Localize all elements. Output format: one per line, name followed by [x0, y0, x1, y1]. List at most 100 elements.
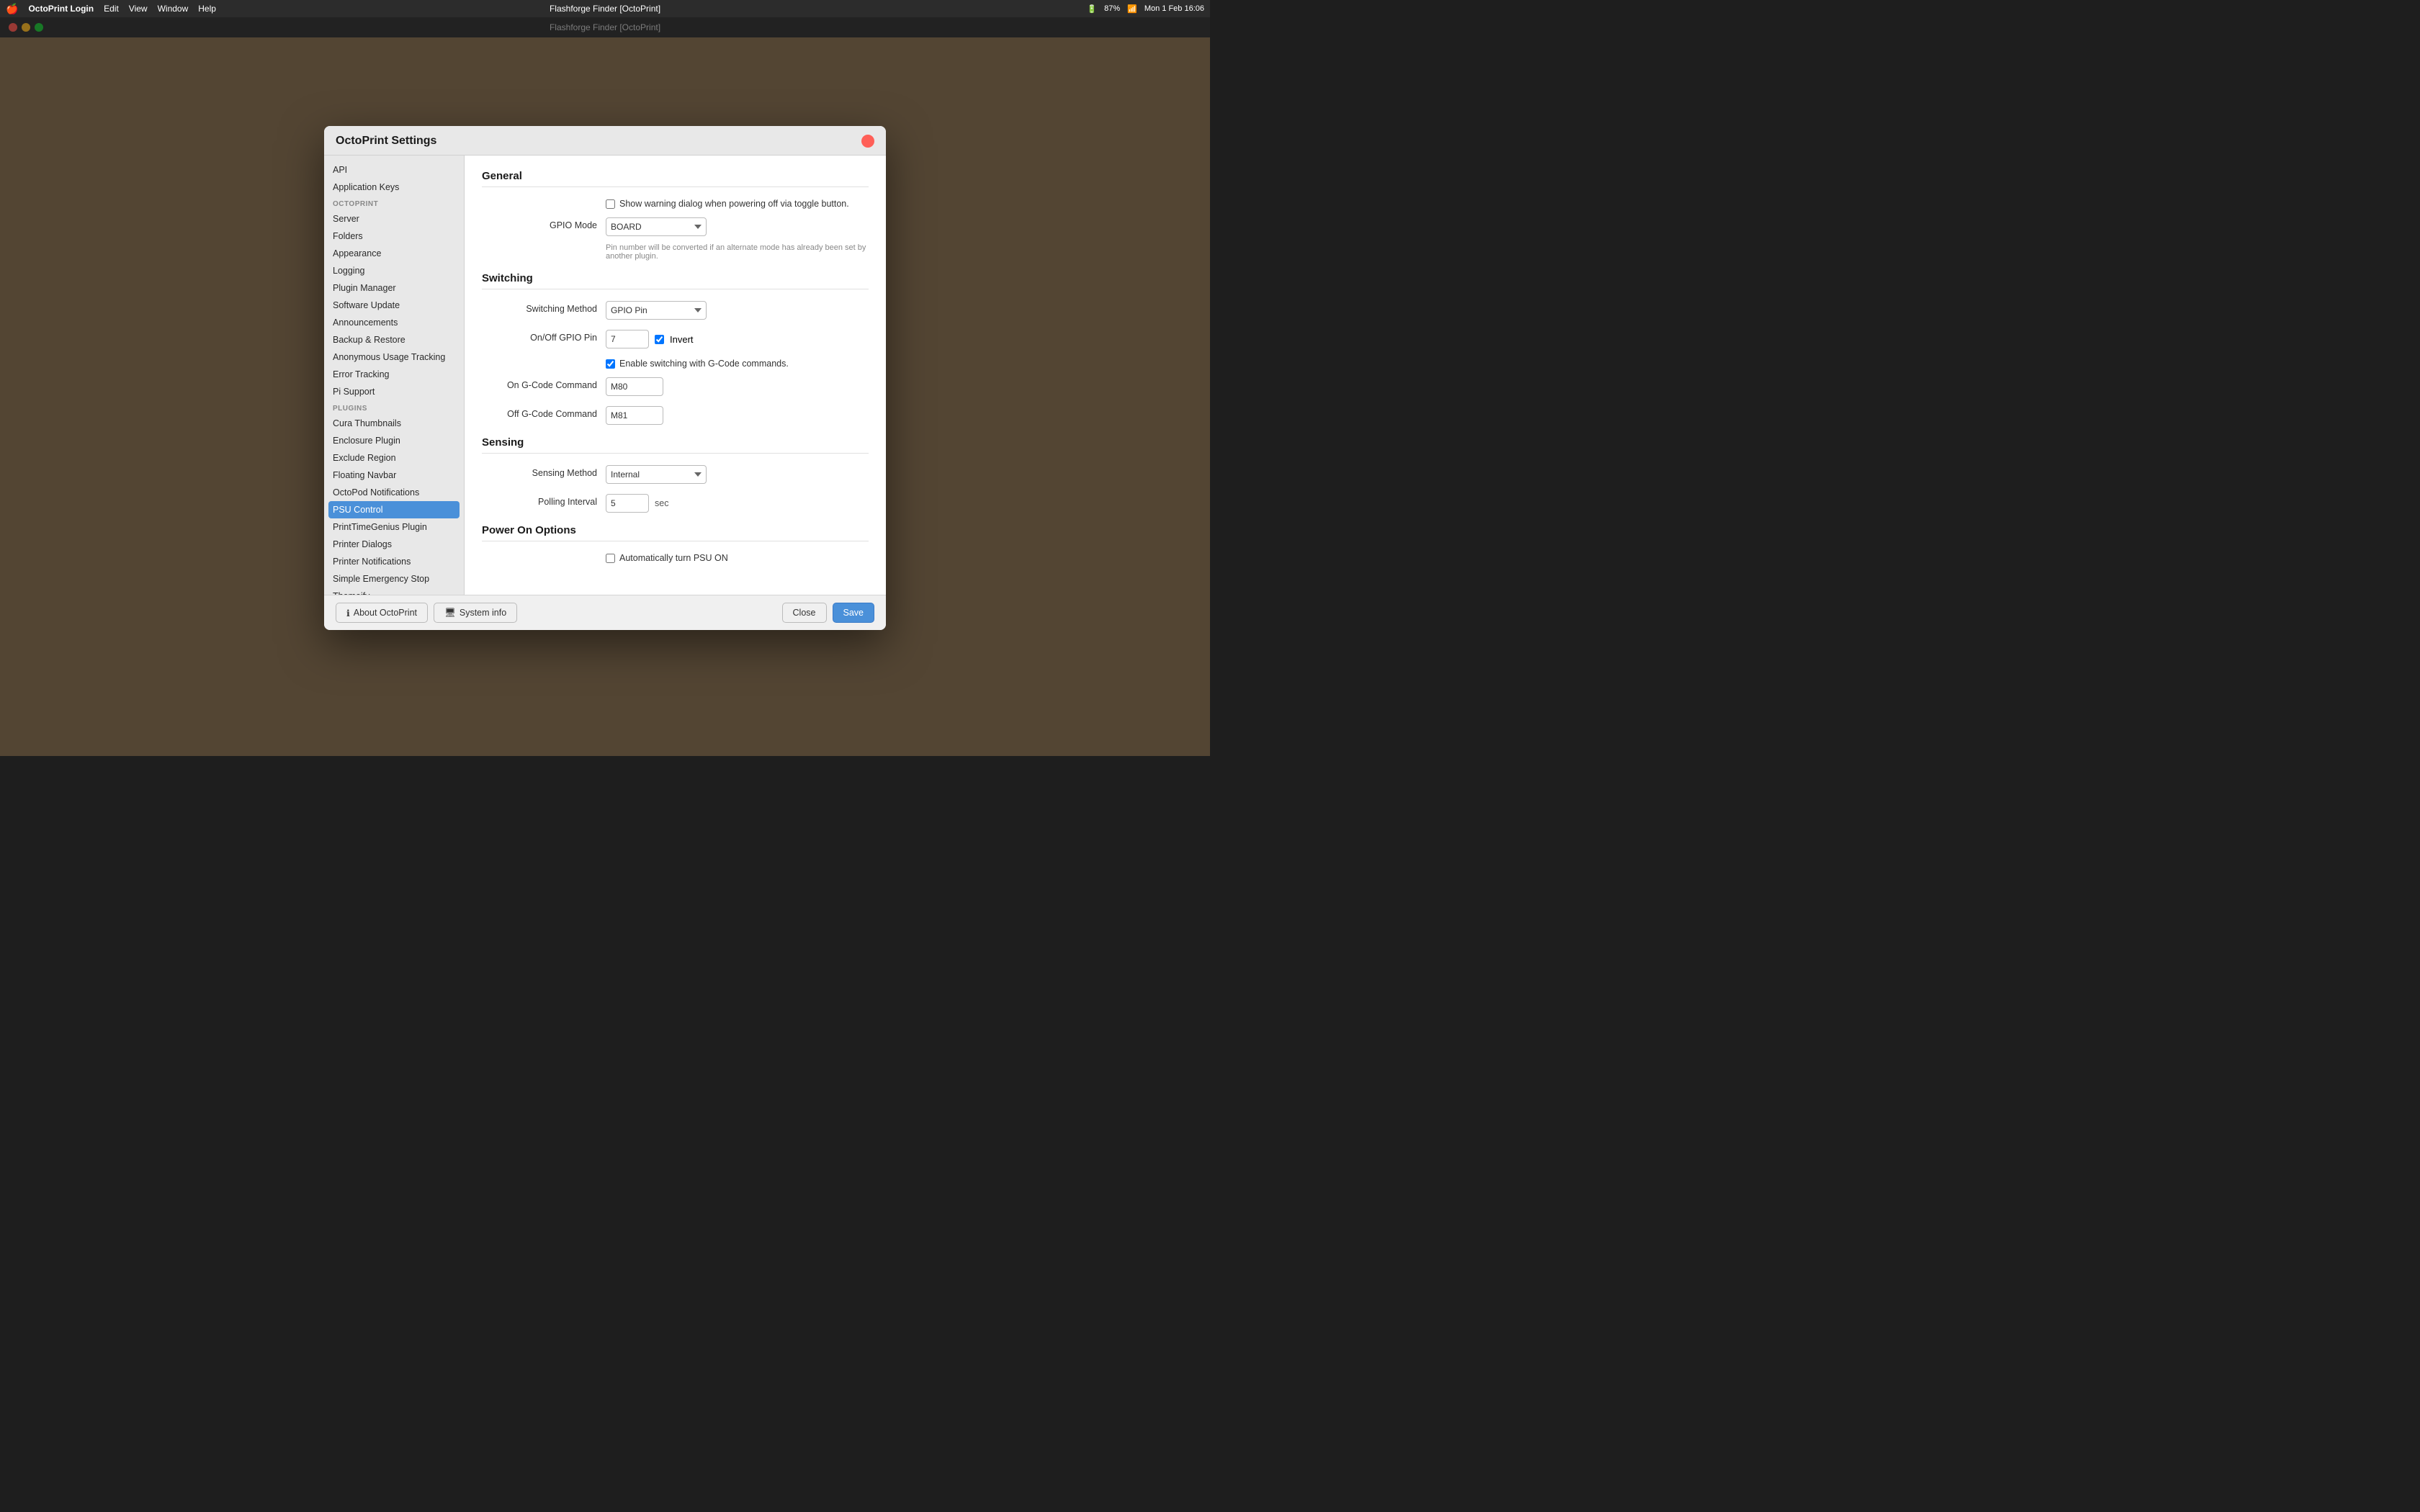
enable-switching-row: Enable switching with G-Code commands.	[482, 359, 869, 369]
switching-method-label: Switching Method	[482, 301, 597, 314]
sidebar-item-error-tracking[interactable]: Error Tracking	[324, 366, 464, 383]
footer-right: Close Save	[782, 603, 874, 623]
switching-method-control: GPIO Pin MQTT HTTP Request System Comman…	[606, 301, 869, 320]
enable-switching-checkbox[interactable]	[606, 359, 615, 369]
dialog-titlebar: OctoPrint Settings ×	[324, 126, 886, 156]
sidebar-item-pi-support[interactable]: Pi Support	[324, 383, 464, 400]
off-gcode-row: Off G-Code Command	[482, 406, 869, 425]
menubar-help[interactable]: Help	[198, 4, 216, 14]
gpio-hint-text: Pin number will be converted if an alter…	[606, 243, 869, 261]
sidebar-item-octopod-notifications[interactable]: OctoPod Notifications	[324, 484, 464, 501]
gpio-mode-control: BOARD BCM Pin number will be converted i…	[606, 217, 869, 261]
menubar-window[interactable]: Window	[158, 4, 189, 14]
sidebar-item-exclude-region[interactable]: Exclude Region	[324, 449, 464, 467]
warning-dialog-label: Show warning dialog when powering off vi…	[619, 199, 849, 209]
dialog-close-button[interactable]: ×	[861, 135, 874, 148]
sidebar-item-cura-thumbnails[interactable]: Cura Thumbnails	[324, 415, 464, 432]
apple-logo-icon[interactable]: 🍎	[6, 3, 18, 15]
modal-overlay: OctoPrint Settings × API Application Key…	[0, 0, 1210, 756]
close-button[interactable]: Close	[782, 603, 827, 623]
gpio-mode-label: GPIO Mode	[482, 217, 597, 230]
about-octoprint-button[interactable]: ℹ About OctoPrint	[336, 603, 428, 623]
dialog-body: API Application Keys OCTOPRINT Server Fo…	[324, 156, 886, 595]
sensing-section-title: Sensing	[482, 436, 869, 454]
invert-label: Invert	[670, 334, 694, 345]
save-button[interactable]: Save	[833, 603, 875, 623]
off-gcode-control	[606, 406, 869, 425]
off-gcode-label: Off G-Code Command	[482, 406, 597, 419]
gpio-pin-control: Invert	[606, 330, 869, 348]
sidebar-item-printtimegenius[interactable]: PrintTimeGenius Plugin	[324, 518, 464, 536]
sidebar-item-logging[interactable]: Logging	[324, 262, 464, 279]
menubar-edit[interactable]: Edit	[104, 4, 119, 14]
dialog-footer: ℹ About OctoPrint 🖥 System info Close Sa…	[324, 595, 886, 630]
sidebar-item-printer-notifications[interactable]: Printer Notifications	[324, 553, 464, 570]
sidebar-item-software-update[interactable]: Software Update	[324, 297, 464, 314]
sidebar-item-appearance[interactable]: Appearance	[324, 245, 464, 262]
system-info-button[interactable]: 🖥 System info	[434, 603, 517, 623]
invert-checkbox[interactable]	[655, 335, 664, 344]
sensing-method-label: Sensing Method	[482, 465, 597, 478]
menubar-left: 🍎 OctoPrint Login Edit View Window Help	[6, 3, 216, 15]
footer-left: ℹ About OctoPrint 🖥 System info	[336, 603, 517, 623]
sidebar-item-folders[interactable]: Folders	[324, 228, 464, 245]
switching-method-row: Switching Method GPIO Pin MQTT HTTP Requ…	[482, 301, 869, 320]
sidebar-item-announcements[interactable]: Announcements	[324, 314, 464, 331]
menubar: 🍎 OctoPrint Login Edit View Window Help …	[0, 0, 1210, 17]
dialog-title: OctoPrint Settings	[336, 135, 436, 148]
sidebar-item-themeify[interactable]: Themeify	[324, 588, 464, 595]
sensing-method-row: Sensing Method Internal GPIO Pin HTTP Re…	[482, 465, 869, 484]
off-gcode-input[interactable]	[606, 406, 663, 425]
polling-interval-row: Polling Interval sec	[482, 494, 869, 513]
battery-icon: 🔋	[1087, 4, 1097, 14]
polling-interval-control: sec	[606, 494, 869, 513]
auto-psu-label: Automatically turn PSU ON	[619, 553, 728, 563]
on-gcode-control	[606, 377, 869, 396]
sidebar-item-plugin-manager[interactable]: Plugin Manager	[324, 279, 464, 297]
menubar-app-name[interactable]: OctoPrint Login	[28, 4, 94, 14]
sidebar-item-psu-control[interactable]: PSU Control	[328, 501, 460, 518]
switching-method-select[interactable]: GPIO Pin MQTT HTTP Request System Comman…	[606, 301, 707, 320]
battery-level: 87%	[1104, 4, 1120, 13]
sidebar-item-server[interactable]: Server	[324, 210, 464, 228]
nav-section-octoprint: OCTOPRINT	[324, 196, 464, 210]
nav-sidebar: API Application Keys OCTOPRINT Server Fo…	[324, 156, 465, 595]
power-on-section-title: Power On Options	[482, 524, 869, 541]
sidebar-item-enclosure-plugin[interactable]: Enclosure Plugin	[324, 432, 464, 449]
sensing-method-control: Internal GPIO Pin HTTP Request System Co…	[606, 465, 869, 484]
polling-unit-label: sec	[655, 498, 668, 508]
settings-dialog: OctoPrint Settings × API Application Key…	[324, 126, 886, 630]
menubar-title: Flashforge Finder [OctoPrint]	[550, 4, 660, 14]
sidebar-item-application-keys[interactable]: Application Keys	[324, 179, 464, 196]
warning-dialog-checkbox[interactable]	[606, 199, 615, 209]
sidebar-item-printer-dialogs[interactable]: Printer Dialogs	[324, 536, 464, 553]
wifi-icon: 📶	[1127, 4, 1137, 14]
nav-section-plugins: PLUGINS	[324, 400, 464, 415]
gpio-mode-select[interactable]: BOARD BCM	[606, 217, 707, 236]
switching-section-title: Switching	[482, 272, 869, 289]
content-panel: General Show warning dialog when powerin…	[465, 156, 886, 595]
sidebar-item-simple-emergency-stop[interactable]: Simple Emergency Stop	[324, 570, 464, 588]
sensing-method-select[interactable]: Internal GPIO Pin HTTP Request System Co…	[606, 465, 707, 484]
menubar-view[interactable]: View	[129, 4, 148, 14]
sidebar-item-backup-restore[interactable]: Backup & Restore	[324, 331, 464, 348]
polling-interval-label: Polling Interval	[482, 494, 597, 507]
on-gcode-row: On G-Code Command	[482, 377, 869, 396]
gpio-pin-row: On/Off GPIO Pin Invert	[482, 330, 869, 348]
polling-interval-input[interactable]	[606, 494, 649, 513]
on-gcode-label: On G-Code Command	[482, 377, 597, 390]
sidebar-item-api[interactable]: API	[324, 161, 464, 179]
gpio-mode-row: GPIO Mode BOARD BCM Pin number will be c…	[482, 217, 869, 261]
auto-psu-checkbox[interactable]	[606, 554, 615, 563]
on-gcode-input[interactable]	[606, 377, 663, 396]
warning-dialog-row: Show warning dialog when powering off vi…	[482, 199, 869, 209]
info-icon: ℹ	[346, 608, 350, 618]
menubar-right: 🔋 87% 📶 Mon 1 Feb 16:06	[1087, 4, 1204, 14]
enable-switching-label: Enable switching with G-Code commands.	[619, 359, 789, 369]
sidebar-item-anonymous-usage[interactable]: Anonymous Usage Tracking	[324, 348, 464, 366]
gpio-pin-input[interactable]	[606, 330, 649, 348]
on-off-gpio-label: On/Off GPIO Pin	[482, 330, 597, 343]
general-section-title: General	[482, 170, 869, 187]
sidebar-item-floating-navbar[interactable]: Floating Navbar	[324, 467, 464, 484]
menubar-time: Mon 1 Feb 16:06	[1144, 4, 1204, 13]
